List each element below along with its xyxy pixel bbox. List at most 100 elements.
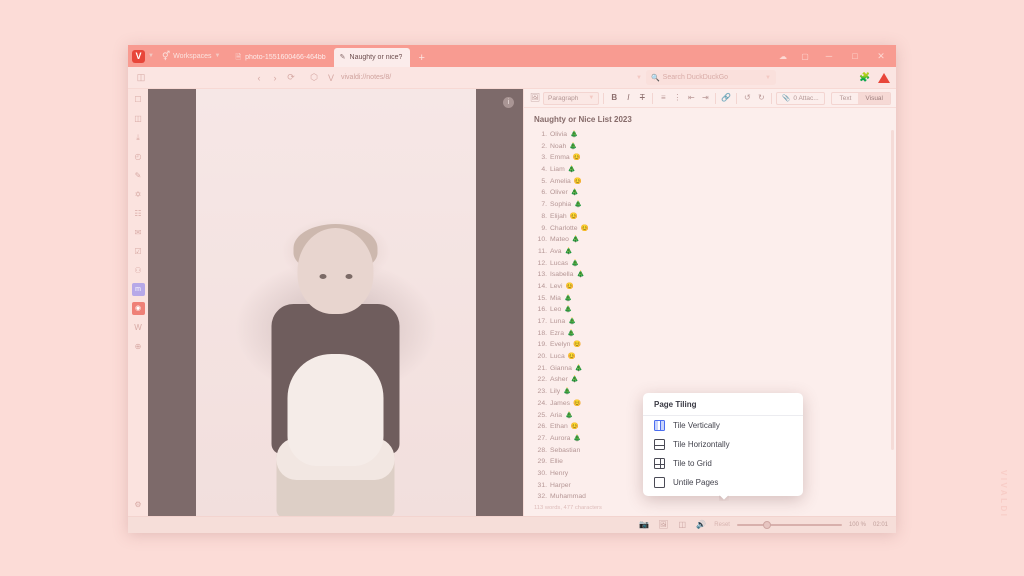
menu-item-label: Tile to Grid [673, 459, 712, 468]
note-list-item: 5. Amelia 😊 [534, 176, 886, 188]
panel-item-downloads[interactable]: ⤓ [132, 131, 145, 144]
menu-item-label: Untile Pages [673, 478, 719, 487]
panel-item-notes[interactable]: ✎ [132, 169, 145, 182]
panel-item-history[interactable]: ◴ [132, 150, 145, 163]
list-item-name: Asher [550, 376, 568, 384]
christmas-tree-emoji: 🎄 [574, 201, 583, 209]
tiling-icon[interactable]: ◫ [676, 519, 688, 531]
list-item-number: 21. [537, 364, 547, 372]
list-item-name: Luca [550, 353, 565, 361]
bold-button[interactable]: B [608, 92, 620, 105]
panel-item-translate[interactable]: ✡ [132, 188, 145, 201]
menu-item-tile-to-grid[interactable]: Tile to Grid [643, 454, 803, 473]
tile-vertical-icon [654, 420, 665, 431]
panel-item-calendar[interactable]: ☷ [132, 207, 145, 220]
strikethrough-button[interactable]: T [636, 92, 648, 105]
reload-button[interactable]: ⟳ [284, 71, 298, 85]
panel-item-feeds[interactable]: ⚇ [132, 264, 145, 277]
note-title: Naughty or Nice List 2023 [534, 115, 632, 124]
zoom-slider[interactable] [736, 519, 842, 531]
panel-item-add-web-panel[interactable]: ⊕ [132, 340, 145, 353]
zoom-slider-knob[interactable] [762, 521, 771, 529]
panel-icon[interactable]: ▢ [794, 46, 816, 66]
undo-button[interactable]: ↺ [741, 92, 753, 105]
list-item-name: Mateo [550, 236, 569, 244]
close-button[interactable]: ✕ [868, 46, 894, 66]
note-list-item: 2. Noah 🎄 [534, 141, 886, 153]
list-item-number: 3. [541, 154, 547, 162]
note-list-item: 7. Sophia 🎄 [534, 199, 886, 211]
list-item-name: Ellie [550, 458, 563, 466]
sync-cloud-icon[interactable]: ☁ [772, 46, 794, 66]
christmas-tree-emoji: 🎄 [573, 434, 582, 442]
photo-subject-head [297, 228, 374, 314]
back-button[interactable]: ‹ [252, 71, 266, 85]
clock: 02:01 [872, 522, 888, 528]
photo-subject-toy [287, 354, 384, 466]
workspaces-button[interactable]: ⚥ Workspaces ▼ [157, 47, 225, 65]
vivaldi-menu-button[interactable]: V [132, 49, 145, 63]
forward-button[interactable]: › [268, 71, 282, 85]
list-item-name: Liam [550, 166, 565, 174]
link-icon[interactable]: 🔗 [720, 92, 732, 105]
url-field[interactable]: ⬡ V vivaldi://notes/8/ [302, 70, 632, 85]
chevron-down-icon[interactable]: ▼ [148, 53, 154, 59]
panel-item-mastodon[interactable]: m [131, 283, 145, 296]
gear-icon[interactable]: ⚙ [132, 498, 145, 511]
panel-item-wikipedia[interactable]: W [132, 321, 145, 334]
indent-icon[interactable]: ⇥ [699, 92, 711, 105]
vivaldi-triangle-icon[interactable] [878, 72, 890, 83]
panel-item-mail[interactable]: ✉ [132, 226, 145, 239]
outdent-icon[interactable]: ⇤ [685, 92, 697, 105]
photo-tile[interactable]: i [148, 89, 523, 516]
menu-item-label: Tile Horizontally [673, 440, 730, 449]
menu-item-tile-horizontally[interactable]: Tile Horizontally [643, 435, 803, 454]
tab-naughty-or-nice[interactable]: ✎ Naughty or nice? [333, 48, 411, 67]
christmas-tree-emoji: 🎄 [564, 306, 573, 314]
mode-text-button[interactable]: Text [832, 93, 858, 104]
chevron-down-icon[interactable]: ▼ [636, 75, 642, 81]
minimize-button[interactable]: ─ [816, 46, 842, 66]
page-tiling-menu: Page Tiling Tile Vertically Tile Horizon… [643, 393, 803, 496]
untile-icon [654, 477, 665, 488]
camera-icon[interactable]: 📷 [638, 519, 650, 531]
list-item-number: 30. [537, 469, 547, 477]
italic-button[interactable]: I [622, 92, 634, 105]
list-item-number: 11. [538, 247, 547, 255]
photo-info-badge[interactable]: i [503, 97, 514, 108]
list-item-name: Henry [550, 469, 569, 477]
maximize-button[interactable]: □ [842, 46, 868, 66]
image-toggle-icon[interactable]: 🖼 [657, 519, 669, 531]
tab-bar-left: V ▼ ⚥ Workspaces ▼ [128, 45, 225, 67]
list-item-name: Emma [550, 154, 570, 162]
redo-button[interactable]: ↻ [755, 92, 767, 105]
panel-item-bookmarks[interactable]: ☐ [132, 93, 145, 106]
note-list-item: 13. Isabella 🎄 [534, 269, 886, 281]
panel-item-tasks[interactable]: ☑ [132, 245, 145, 258]
image-icon[interactable]: 🖼 [529, 92, 541, 105]
list-item-name: Ezra [550, 329, 564, 337]
sound-icon[interactable]: 🔊 [695, 519, 707, 531]
address-bar-right: 🧩 [858, 71, 890, 85]
zoom-reset-label[interactable]: Reset [714, 522, 730, 528]
note-scrollbar[interactable] [891, 130, 894, 450]
menu-item-label: Tile Vertically [673, 421, 720, 430]
list-item-number: 17. [537, 318, 547, 325]
list-ordered-icon[interactable]: ≡ [657, 92, 669, 105]
puzzle-icon[interactable]: 🧩 [858, 71, 872, 85]
mode-visual-button[interactable]: Visual [858, 92, 890, 104]
note-list-item: 4. Liam 🎄 [534, 164, 886, 176]
menu-item-tile-vertically[interactable]: Tile Vertically [643, 416, 803, 435]
attachments-button[interactable]: 📎 0 Attac... [776, 91, 825, 105]
list-item-number: 13. [537, 271, 547, 279]
panel-item-vivaldi-social[interactable]: ◉ [131, 302, 145, 315]
tab-photo[interactable]: 🗎 photo-1551600466-464bb [229, 48, 333, 67]
search-field[interactable]: 🔍 Search DuckDuckGo ▼ [645, 70, 776, 85]
menu-item-untile-pages[interactable]: Untile Pages [643, 473, 803, 492]
photo-image [195, 89, 476, 516]
panel-toggle-icon[interactable]: ◫ [134, 71, 148, 85]
list-bullet-icon[interactable]: ⋮ [671, 92, 683, 105]
panel-item-reading-list[interactable]: ◫ [132, 112, 145, 125]
paragraph-style-select[interactable]: Paragraph ▼ [543, 91, 600, 105]
new-tab-button[interactable]: + [410, 48, 432, 67]
